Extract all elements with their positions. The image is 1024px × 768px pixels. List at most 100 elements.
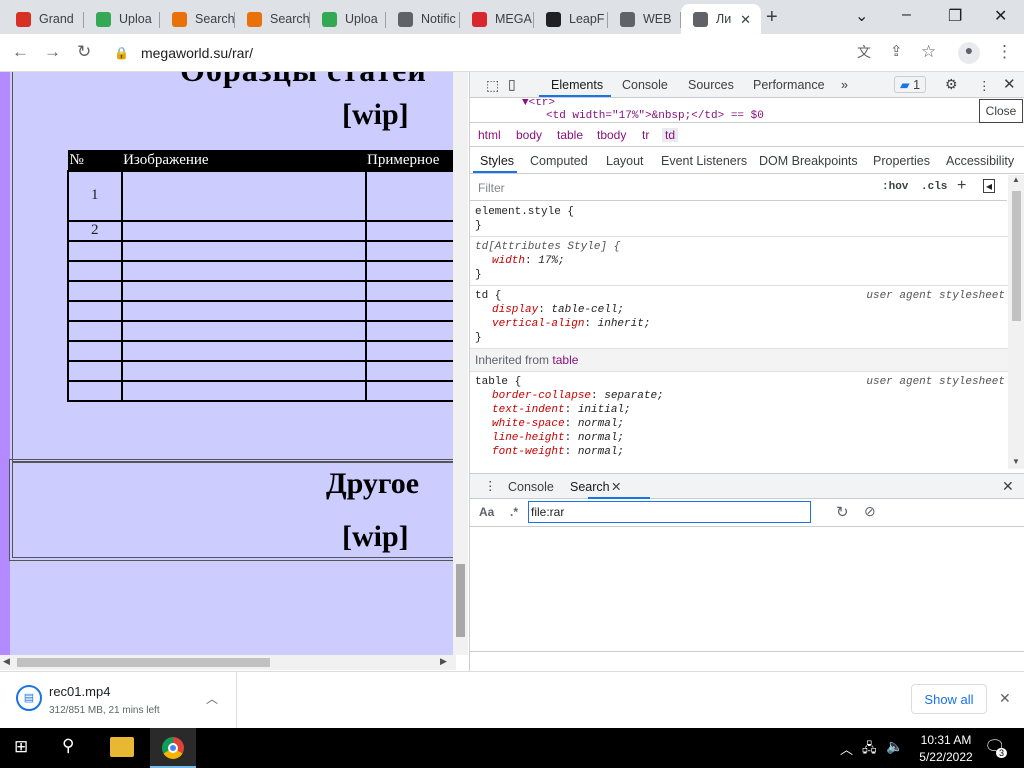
prop-name[interactable]: line-height [492, 432, 565, 444]
new-tab-button[interactable]: + [766, 6, 778, 29]
window-close-icon[interactable]: ✕ [994, 6, 1007, 26]
clear-search-icon[interactable]: ⊘ [864, 503, 876, 520]
drawer-menu-icon[interactable]: ⋮ [484, 478, 497, 493]
prop-name[interactable]: border-collapse [492, 390, 591, 402]
scroll-up-icon[interactable]: ▲ [1012, 175, 1020, 184]
windows-start-icon[interactable]: ⊞ [14, 737, 28, 757]
profile-avatar-icon[interactable]: ● [958, 42, 980, 64]
css-property[interactable]: border-collapse: separate; [475, 389, 1003, 403]
back-arrow-icon[interactable]: ← [12, 42, 29, 62]
regex-toggle[interactable]: .* [510, 505, 518, 519]
scroll-right-icon[interactable]: ▶ [440, 656, 447, 667]
file-explorer-icon[interactable] [110, 737, 134, 757]
crumb-tr[interactable]: tr [642, 128, 649, 142]
inherited-from-link[interactable]: table [552, 353, 578, 367]
rule-element-style[interactable]: element.style { } [470, 201, 1008, 237]
browser-tab[interactable]: Uploa [84, 4, 160, 34]
search-icon[interactable]: ⚲ [62, 736, 74, 756]
crumb-html[interactable]: html [478, 128, 501, 142]
address-bar[interactable]: 🔒 megaworld.su/rar/ [110, 38, 950, 68]
devtools-menu-icon[interactable]: ⋮ [978, 78, 991, 93]
restore-icon[interactable]: ❐ [948, 6, 962, 26]
dom-td-node[interactable]: <td width="17%">&nbsp;</td> == $0 [470, 111, 1024, 122]
prop-name[interactable]: font-weight [492, 446, 565, 458]
page-horizontal-scrollbar[interactable]: ◀ ▶ [0, 655, 456, 670]
prop-value[interactable]: table-cell; [551, 304, 624, 316]
reload-icon[interactable]: ↻ [77, 42, 91, 62]
subtab-properties[interactable]: Properties [873, 154, 930, 168]
scroll-down-icon[interactable]: ▼ [1012, 457, 1020, 466]
network-icon[interactable]: 🖧 [862, 739, 877, 761]
css-property[interactable]: font-weight: normal; [475, 445, 1003, 459]
settings-gear-icon[interactable]: ⚙ [945, 76, 958, 93]
prop-name[interactable]: vertical-align [492, 318, 584, 330]
close-drawer-icon[interactable]: ✕ [1002, 478, 1014, 495]
subtab-dom-breakpoints[interactable]: DOM Breakpoints [759, 154, 858, 168]
filter-input[interactable]: Filter [478, 181, 505, 195]
tab-search-chevron-icon[interactable]: ⌄ [855, 6, 868, 26]
tab-elements[interactable]: Elements [551, 78, 603, 92]
tab-performance[interactable]: Performance [753, 78, 825, 92]
translate-icon[interactable]: 文 [857, 42, 871, 62]
prop-name[interactable]: text-indent [492, 404, 565, 416]
drawer-tab-search[interactable]: Search [570, 480, 610, 494]
close-devtools-icon[interactable]: ✕ [1003, 75, 1016, 93]
subtab-computed[interactable]: Computed [530, 154, 588, 168]
scroll-left-icon[interactable]: ◀ [3, 656, 10, 667]
prop-value[interactable]: normal; [578, 432, 624, 444]
refresh-search-icon[interactable]: ↻ [836, 503, 849, 521]
tray-chevron-up-icon[interactable]: ︿ [840, 739, 853, 758]
css-property[interactable]: line-height: normal; [475, 431, 1003, 445]
dom-tree[interactable]: ▼<tr> <td width="17%">&nbsp;</td> == $0 [470, 99, 1024, 121]
css-property[interactable]: text-indent: initial; [475, 403, 1003, 417]
clock-date[interactable]: 5/22/2022 [914, 750, 978, 764]
chrome-taskbar-button[interactable] [150, 728, 196, 768]
close-downloads-icon[interactable]: ✕ [999, 690, 1011, 707]
lock-icon[interactable]: 🔒 [114, 46, 129, 60]
browser-tab[interactable]: Notific [386, 4, 460, 34]
browser-tab[interactable]: MEGA [460, 4, 534, 34]
scroll-thumb[interactable] [1012, 191, 1021, 321]
menu-kebab-icon[interactable]: ⋮ [996, 42, 1013, 62]
scroll-thumb[interactable] [17, 658, 270, 667]
tab-console[interactable]: Console [622, 78, 668, 92]
prop-value[interactable]: normal; [578, 418, 624, 430]
drawer-tab-console[interactable]: Console [508, 480, 554, 494]
subtab-event-listeners[interactable]: Event Listeners [661, 154, 747, 168]
browser-tab[interactable]: Ли ✕ [681, 4, 761, 34]
dom-tr-node[interactable]: ▼<tr> [470, 99, 1024, 109]
prop-name[interactable]: display [492, 304, 538, 316]
browser-tab[interactable]: Search [160, 4, 235, 34]
prop-value[interactable]: initial; [578, 404, 631, 416]
volume-icon[interactable]: 🔈 [886, 738, 903, 755]
browser-tab[interactable]: Uploa [310, 4, 386, 34]
subtab-layout[interactable]: Layout [606, 154, 644, 168]
minimize-icon[interactable]: – [902, 6, 911, 24]
prop-value[interactable]: normal; [578, 446, 624, 458]
cls-toggle[interactable]: .cls [921, 181, 947, 193]
tab-sources[interactable]: Sources [688, 78, 734, 92]
share-icon[interactable]: ⇪ [890, 42, 903, 60]
subtab-accessibility[interactable]: Accessibility [946, 154, 1014, 168]
hov-toggle[interactable]: :hov [882, 181, 908, 193]
prop-value[interactable]: inherit; [598, 318, 651, 330]
crumb-td[interactable]: td [662, 128, 679, 142]
close-search-tab-icon[interactable]: ✕ [611, 479, 621, 494]
rule-table[interactable]: table { user agent stylesheet border-col… [470, 372, 1008, 462]
match-case-toggle[interactable]: Aa [479, 505, 494, 519]
browser-tab[interactable]: WEB [608, 4, 681, 34]
prop-value[interactable]: 17%; [538, 255, 564, 267]
issues-badge[interactable]: ▰ 1 [894, 76, 927, 93]
prop-name[interactable]: white-space [492, 418, 565, 430]
crumb-body[interactable]: body [516, 128, 542, 142]
browser-tab[interactable]: LeapF [534, 4, 608, 34]
scroll-thumb[interactable] [456, 564, 465, 637]
device-toggle-icon[interactable]: ▯ [508, 76, 516, 93]
crumb-table[interactable]: table [557, 128, 583, 142]
prop-value[interactable]: separate; [604, 390, 663, 402]
search-input[interactable] [528, 501, 811, 523]
subtab-styles[interactable]: Styles [480, 154, 514, 168]
rule-td[interactable]: td { user agent stylesheet display: tabl… [470, 286, 1008, 349]
styles-scrollbar[interactable]: ▲ ▼ [1008, 175, 1024, 469]
bookmark-star-icon[interactable]: ☆ [921, 42, 936, 62]
